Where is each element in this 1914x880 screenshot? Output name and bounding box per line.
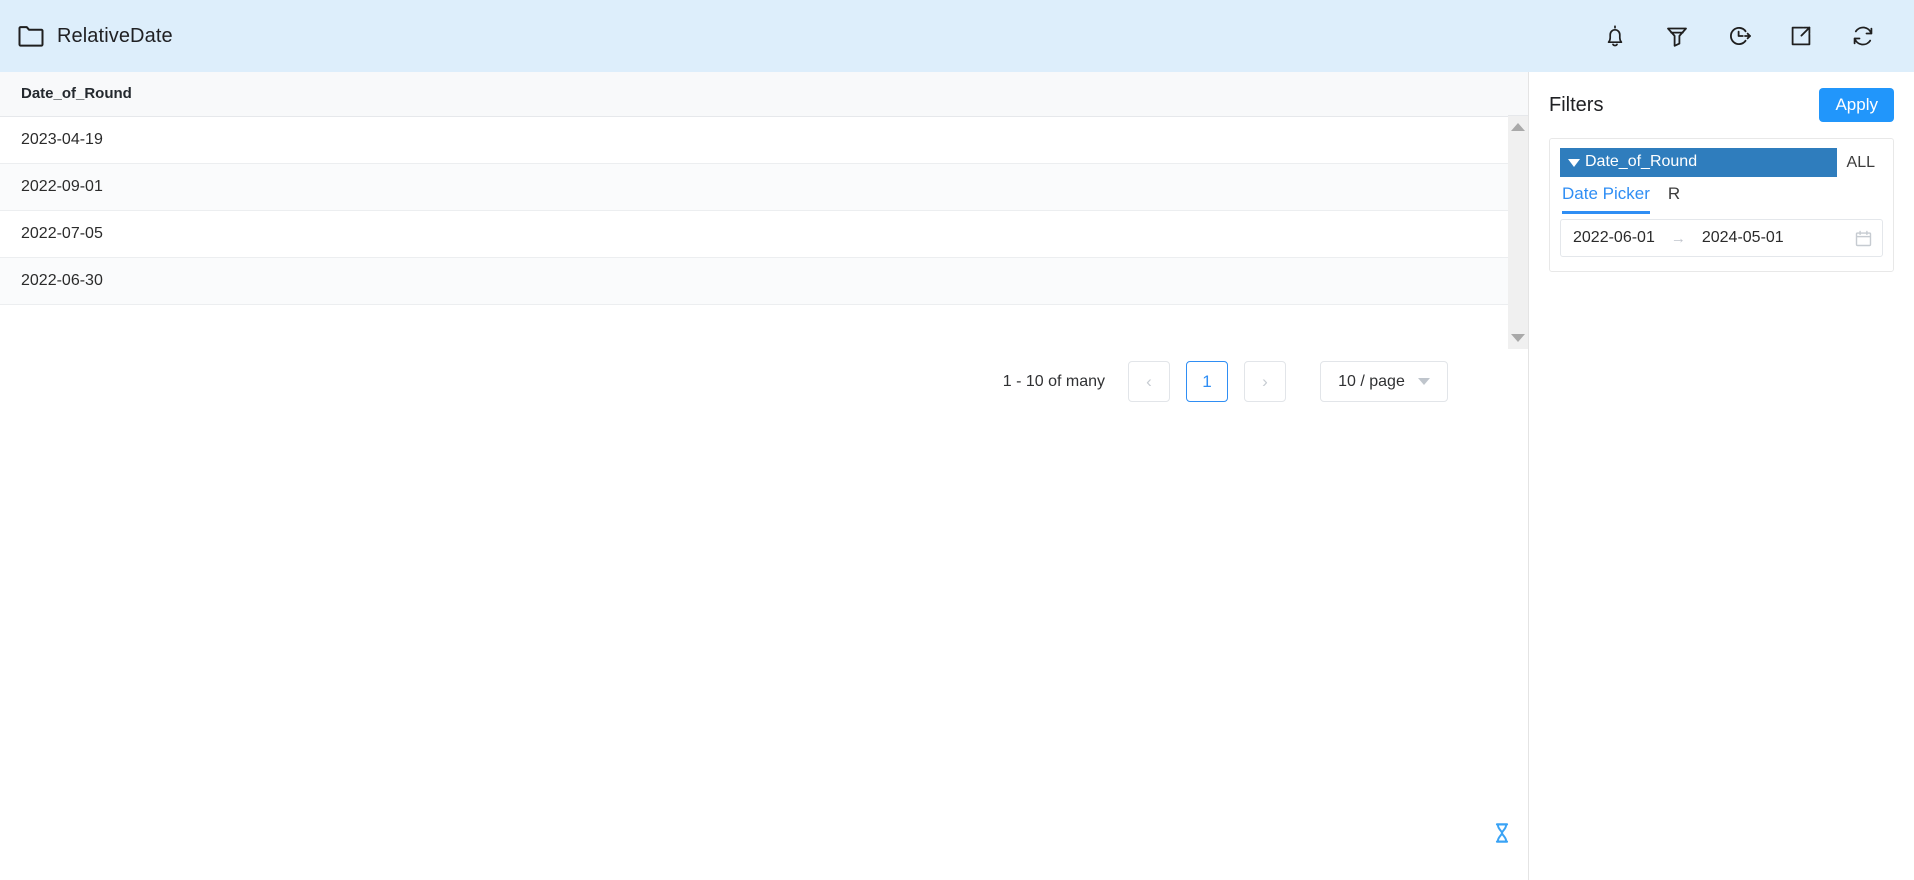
loading-indicator xyxy=(1494,823,1510,848)
hourglass-icon xyxy=(1495,823,1509,843)
pagination-bar: 1 - 10 of many ‹ 1 › 10 / page xyxy=(0,349,1528,402)
cell-date-of-round: 2022-09-01 xyxy=(0,163,1508,211)
table-container: Date_of_Round 2023-04-19 2022-09-01 2022… xyxy=(0,72,1528,349)
table-vertical-scrollbar[interactable] xyxy=(1508,116,1528,349)
table-row[interactable]: 2022-07-05 xyxy=(0,210,1508,258)
cell-date-of-round: 2022-06-30 xyxy=(0,257,1508,305)
table-head: Date_of_Round xyxy=(0,72,1508,117)
scroll-down-icon[interactable] xyxy=(1511,334,1525,342)
cell-date-of-round: 2023-04-19 xyxy=(0,116,1508,164)
date-range-end[interactable]: 2024-05-01 xyxy=(1702,229,1784,247)
main-content: Date_of_Round 2023-04-19 2022-09-01 2022… xyxy=(0,72,1528,880)
pagination-summary: 1 - 10 of many xyxy=(1002,372,1105,390)
filters-header: Filters Apply xyxy=(1549,88,1894,123)
results-table: Date_of_Round 2023-04-19 2022-09-01 2022… xyxy=(0,72,1508,305)
app-root: RelativeDate Date_of_Round 2023-04-19 20… xyxy=(0,0,1914,880)
filter-scope-label[interactable]: ALL xyxy=(1847,154,1883,172)
cell-date-of-round: 2022-07-05 xyxy=(0,210,1508,258)
history-clock-icon[interactable] xyxy=(1726,23,1752,49)
scrollbar-header-cap xyxy=(1508,72,1528,116)
table-header-row: Date_of_Round xyxy=(0,72,1508,117)
table-body: 2023-04-19 2022-09-01 2022-07-05 2022-06… xyxy=(0,116,1508,305)
notifications-icon[interactable] xyxy=(1602,23,1628,49)
calendar-icon[interactable] xyxy=(1855,230,1872,247)
page-size-select[interactable]: 10 / page xyxy=(1320,361,1448,402)
table-row[interactable]: 2022-09-01 xyxy=(0,163,1508,211)
folder-icon xyxy=(18,25,44,47)
page-size-label: 10 / page xyxy=(1338,372,1405,390)
scroll-up-icon[interactable] xyxy=(1511,123,1525,131)
app-header: RelativeDate xyxy=(0,0,1914,72)
filter-field-header: Date_of_Round ALL xyxy=(1560,148,1883,178)
next-page-button[interactable]: › xyxy=(1244,361,1286,402)
filter-field-chip[interactable]: Date_of_Round xyxy=(1560,148,1837,178)
refresh-icon[interactable] xyxy=(1850,23,1876,49)
filter-field-name: Date_of_Round xyxy=(1585,153,1698,171)
column-header-date-of-round[interactable]: Date_of_Round xyxy=(0,72,1508,117)
tab-date-picker[interactable]: Date Picker xyxy=(1562,185,1650,215)
chevron-down-icon xyxy=(1417,378,1430,385)
page-title: RelativeDate xyxy=(57,25,173,47)
table-row[interactable]: 2022-06-30 xyxy=(0,257,1508,305)
date-range-input[interactable]: 2022-06-01 → 2024-05-01 xyxy=(1560,219,1883,258)
date-range-start[interactable]: 2022-06-01 xyxy=(1573,229,1655,247)
body-split: Date_of_Round 2023-04-19 2022-09-01 2022… xyxy=(0,72,1914,880)
table-row[interactable]: 2023-04-19 xyxy=(0,116,1508,164)
filter-field-card: Date_of_Round ALL Date Picker R 2022-06-… xyxy=(1549,138,1894,273)
header-left: RelativeDate xyxy=(18,25,173,47)
chevron-down-icon xyxy=(1568,159,1580,168)
tab-relative[interactable]: R xyxy=(1668,185,1680,211)
date-range-separator-icon: → xyxy=(1670,229,1686,247)
export-icon[interactable] xyxy=(1788,23,1814,49)
filter-mode-tabs: Date Picker R xyxy=(1560,185,1883,215)
filters-title: Filters xyxy=(1549,93,1604,116)
filter-funnel-icon[interactable] xyxy=(1664,23,1690,49)
page-number-button[interactable]: 1 xyxy=(1186,361,1228,402)
apply-button[interactable]: Apply xyxy=(1819,88,1894,123)
prev-page-button[interactable]: ‹ xyxy=(1128,361,1170,402)
header-actions xyxy=(1602,23,1888,49)
filters-panel: Filters Apply Date_of_Round ALL Date Pic… xyxy=(1528,72,1914,880)
